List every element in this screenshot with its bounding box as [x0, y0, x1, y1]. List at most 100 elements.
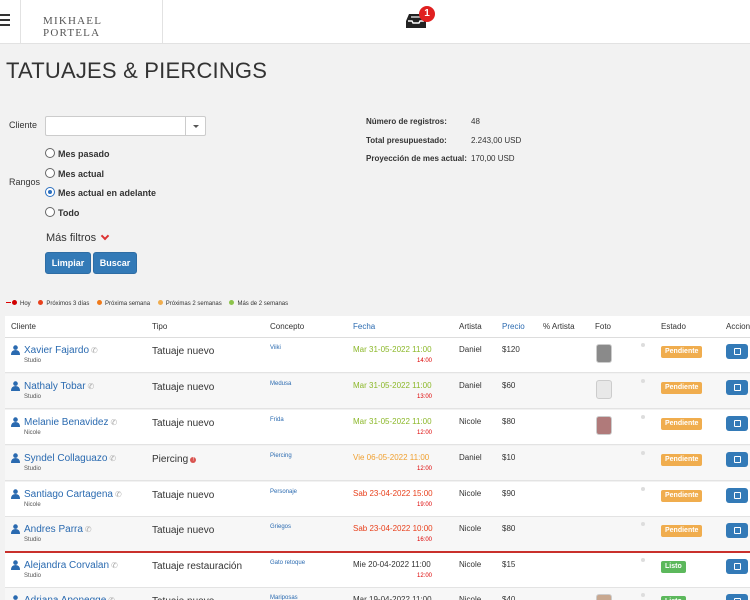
radio-circle[interactable] — [45, 148, 55, 158]
photo-thumbnail[interactable] — [596, 416, 612, 435]
chevron-down-icon[interactable] — [185, 117, 205, 135]
edit-button[interactable] — [726, 416, 748, 431]
artist: Nicole — [459, 524, 482, 533]
radio-mes-pasado[interactable]: Mes pasado — [45, 148, 110, 159]
concept-link[interactable]: Gato retoque — [270, 560, 305, 566]
edit-button[interactable] — [726, 452, 748, 467]
client-name[interactable]: Alejandra Corvalan — [24, 560, 109, 571]
client-source: Nicole — [24, 430, 41, 436]
table-row[interactable]: Xavier Fajardo ✆ Studio Tatuaje nuevo Viiki M… — [5, 338, 750, 373]
photo-thumbnail[interactable] — [596, 344, 612, 363]
phone-icon[interactable]: ✆ — [109, 454, 116, 463]
status-dot — [641, 415, 645, 419]
clear-button[interactable]: Limpiar — [45, 252, 91, 274]
client-name-link[interactable]: Alejandra Corvalan ✆ — [24, 560, 118, 571]
concept-link[interactable]: Personaje — [270, 489, 297, 495]
edit-button[interactable] — [726, 523, 748, 538]
col-pct-artista[interactable]: % Artista — [543, 322, 575, 331]
concept-link[interactable]: Viiki — [270, 345, 281, 351]
col-fecha[interactable]: Fecha — [353, 322, 375, 331]
client-name-link[interactable]: Syndel Collaguazo ✆ — [24, 453, 116, 464]
artist: Nicole — [459, 417, 482, 426]
phone-icon[interactable]: ✆ — [115, 490, 122, 499]
col-precio[interactable]: Precio — [502, 322, 525, 331]
edit-button[interactable] — [726, 380, 748, 395]
radio-circle[interactable] — [45, 207, 55, 217]
cliente-select[interactable] — [45, 116, 206, 136]
client-name-link[interactable]: Nathaly Tobar ✆ — [24, 381, 94, 392]
status-badge: Pendiente — [661, 346, 703, 358]
radio-mes-actual-en-adelante[interactable]: Mes actual en adelante — [45, 187, 156, 198]
dot-icon — [97, 300, 103, 305]
client-source: Nicole — [24, 502, 41, 508]
info-icon[interactable]: ! — [190, 457, 197, 463]
table-row[interactable]: Alejandra Corvalan ✆ Studio Tatuaje restaur… — [5, 553, 750, 588]
concept-link[interactable]: Medusa — [270, 381, 291, 387]
legend-label: Próximos 3 días — [46, 301, 90, 307]
phone-icon[interactable]: ✆ — [91, 346, 98, 355]
table-header: Cliente Tipo Concepto Fecha Artista Prec… — [5, 316, 750, 338]
phone-icon[interactable]: ✆ — [111, 561, 118, 570]
photo-thumbnail[interactable] — [596, 380, 612, 399]
col-concepto[interactable]: Concepto — [270, 322, 304, 331]
edit-button[interactable] — [726, 594, 748, 600]
phone-icon[interactable]: ✆ — [88, 382, 95, 391]
search-button[interactable]: Buscar — [93, 252, 137, 274]
edit-button[interactable] — [726, 344, 748, 359]
service-type-label: Tatuaje nuevo — [152, 596, 214, 600]
table-row[interactable]: Melanie Benavidez ✆ Nicole Tatuaje nuevo Fri… — [5, 410, 750, 445]
radio-mes-actual[interactable]: Mes actual — [45, 168, 104, 179]
col-cliente[interactable]: Cliente — [11, 322, 36, 331]
client-name[interactable]: Adriana Aponegge — [24, 595, 106, 600]
concept-link[interactable]: Griegos — [270, 524, 291, 530]
edit-button[interactable] — [726, 559, 748, 574]
radio-circle-checked[interactable] — [45, 187, 55, 197]
client-name-link[interactable]: Melanie Benavidez ✆ — [24, 417, 117, 428]
table-row[interactable]: Syndel Collaguazo ✆ Studio Piercing! Piercin… — [5, 446, 750, 481]
table-row[interactable]: Santiago Cartagena ✆ Nicole Tatuaje nuevo Pe… — [5, 482, 750, 517]
client-name[interactable]: Santiago Cartagena — [24, 489, 113, 500]
photo-thumbnail[interactable] — [596, 594, 612, 600]
client-name[interactable]: Nathaly Tobar — [24, 381, 86, 392]
top-navbar: MIKHAEL PORTELA 1 — [0, 0, 750, 44]
col-tipo[interactable]: Tipo — [152, 322, 167, 331]
table-row[interactable]: Nathaly Tobar ✆ Studio Tatuaje nuevo Medusa M… — [5, 374, 750, 409]
client-name[interactable]: Syndel Collaguazo — [24, 453, 107, 464]
user-icon — [11, 560, 20, 570]
chevron-down-icon[interactable] — [100, 231, 110, 241]
dot-icon — [157, 300, 163, 305]
concept-link[interactable]: Mariposas — [270, 595, 298, 600]
radio-circle[interactable] — [45, 168, 55, 178]
menu-icon[interactable] — [0, 14, 10, 28]
client-name-link[interactable]: Andres Parra ✆ — [24, 524, 92, 535]
concept-link[interactable]: Frida — [270, 417, 284, 423]
client-name[interactable]: Xavier Fajardo — [24, 345, 89, 356]
phone-icon[interactable]: ✆ — [108, 596, 115, 600]
phone-icon[interactable]: ✆ — [111, 418, 118, 427]
concept-link[interactable]: Piercing — [270, 453, 292, 459]
table-row[interactable]: Adriana Aponegge✆StudioTatuaje nuevoMari… — [5, 588, 750, 600]
brand-box[interactable]: MIKHAEL PORTELA — [20, 0, 163, 44]
legend-item-semana: Próxima semana — [97, 300, 150, 307]
client-name-link[interactable]: Xavier Fajardo ✆ — [24, 345, 98, 356]
col-acciones[interactable]: Acciones — [726, 322, 750, 331]
client-name[interactable]: Melanie Benavidez — [24, 417, 109, 428]
client-name[interactable]: Andres Parra — [24, 524, 83, 535]
price: $10 — [502, 453, 516, 462]
brand-name[interactable]: MIKHAEL PORTELA — [43, 15, 162, 39]
service-type-label: Tatuaje restauración — [152, 561, 243, 572]
more-filters-toggle[interactable]: Más filtros — [46, 231, 110, 244]
service-type-label: Tatuaje nuevo — [152, 418, 215, 429]
col-artista[interactable]: Artista — [459, 322, 482, 331]
client-name-link[interactable]: Adriana Aponegge✆ — [24, 595, 115, 600]
cliente-input[interactable] — [48, 118, 184, 134]
col-foto[interactable]: Foto — [595, 322, 611, 331]
client-name-link[interactable]: Santiago Cartagena ✆ — [24, 489, 122, 500]
service-type: Tatuaje restauración — [152, 561, 242, 572]
col-estado[interactable]: Estado — [661, 322, 686, 331]
radio-todo[interactable]: Todo — [45, 207, 79, 218]
edit-button[interactable] — [726, 488, 748, 503]
more-filters-label[interactable]: Más filtros — [46, 232, 96, 244]
phone-icon[interactable]: ✆ — [85, 525, 92, 534]
table-row[interactable]: Andres Parra ✆ Studio Tatuaje nuevo Griegos S… — [5, 517, 750, 552]
